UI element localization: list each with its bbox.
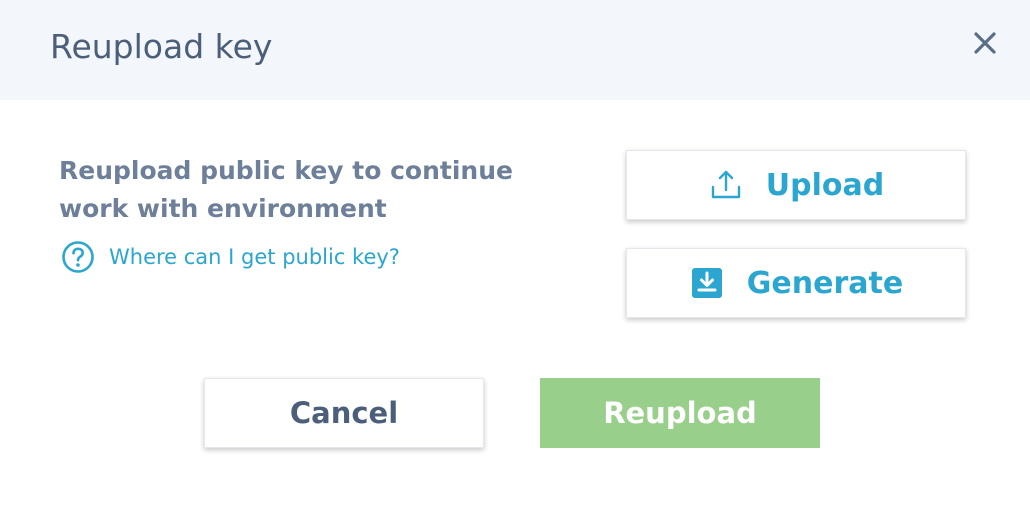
- upload-icon: [711, 170, 740, 199]
- help-link[interactable]: Where can I get public key?: [61, 240, 400, 274]
- upload-button-label: Upload: [765, 167, 885, 203]
- dialog-message: Reupload public key to continue work wit…: [59, 156, 513, 223]
- reupload-key-dialog: Reupload key Reupload public key to cont…: [0, 0, 1030, 530]
- dialog-header: Reupload key: [0, 0, 1030, 100]
- download-box-icon: [691, 268, 722, 298]
- dialog-title: Reupload key: [50, 27, 273, 66]
- generate-button[interactable]: Generate: [626, 248, 966, 318]
- close-icon: [974, 32, 996, 54]
- question-circle-icon: [62, 241, 94, 273]
- generate-button-label: Generate: [746, 265, 904, 301]
- close-button[interactable]: [968, 26, 1002, 60]
- upload-button[interactable]: Upload: [626, 150, 966, 220]
- help-link-label: Where can I get public key?: [109, 245, 400, 269]
- reupload-button[interactable]: Reupload: [540, 378, 820, 448]
- cancel-button[interactable]: Cancel: [204, 378, 484, 448]
